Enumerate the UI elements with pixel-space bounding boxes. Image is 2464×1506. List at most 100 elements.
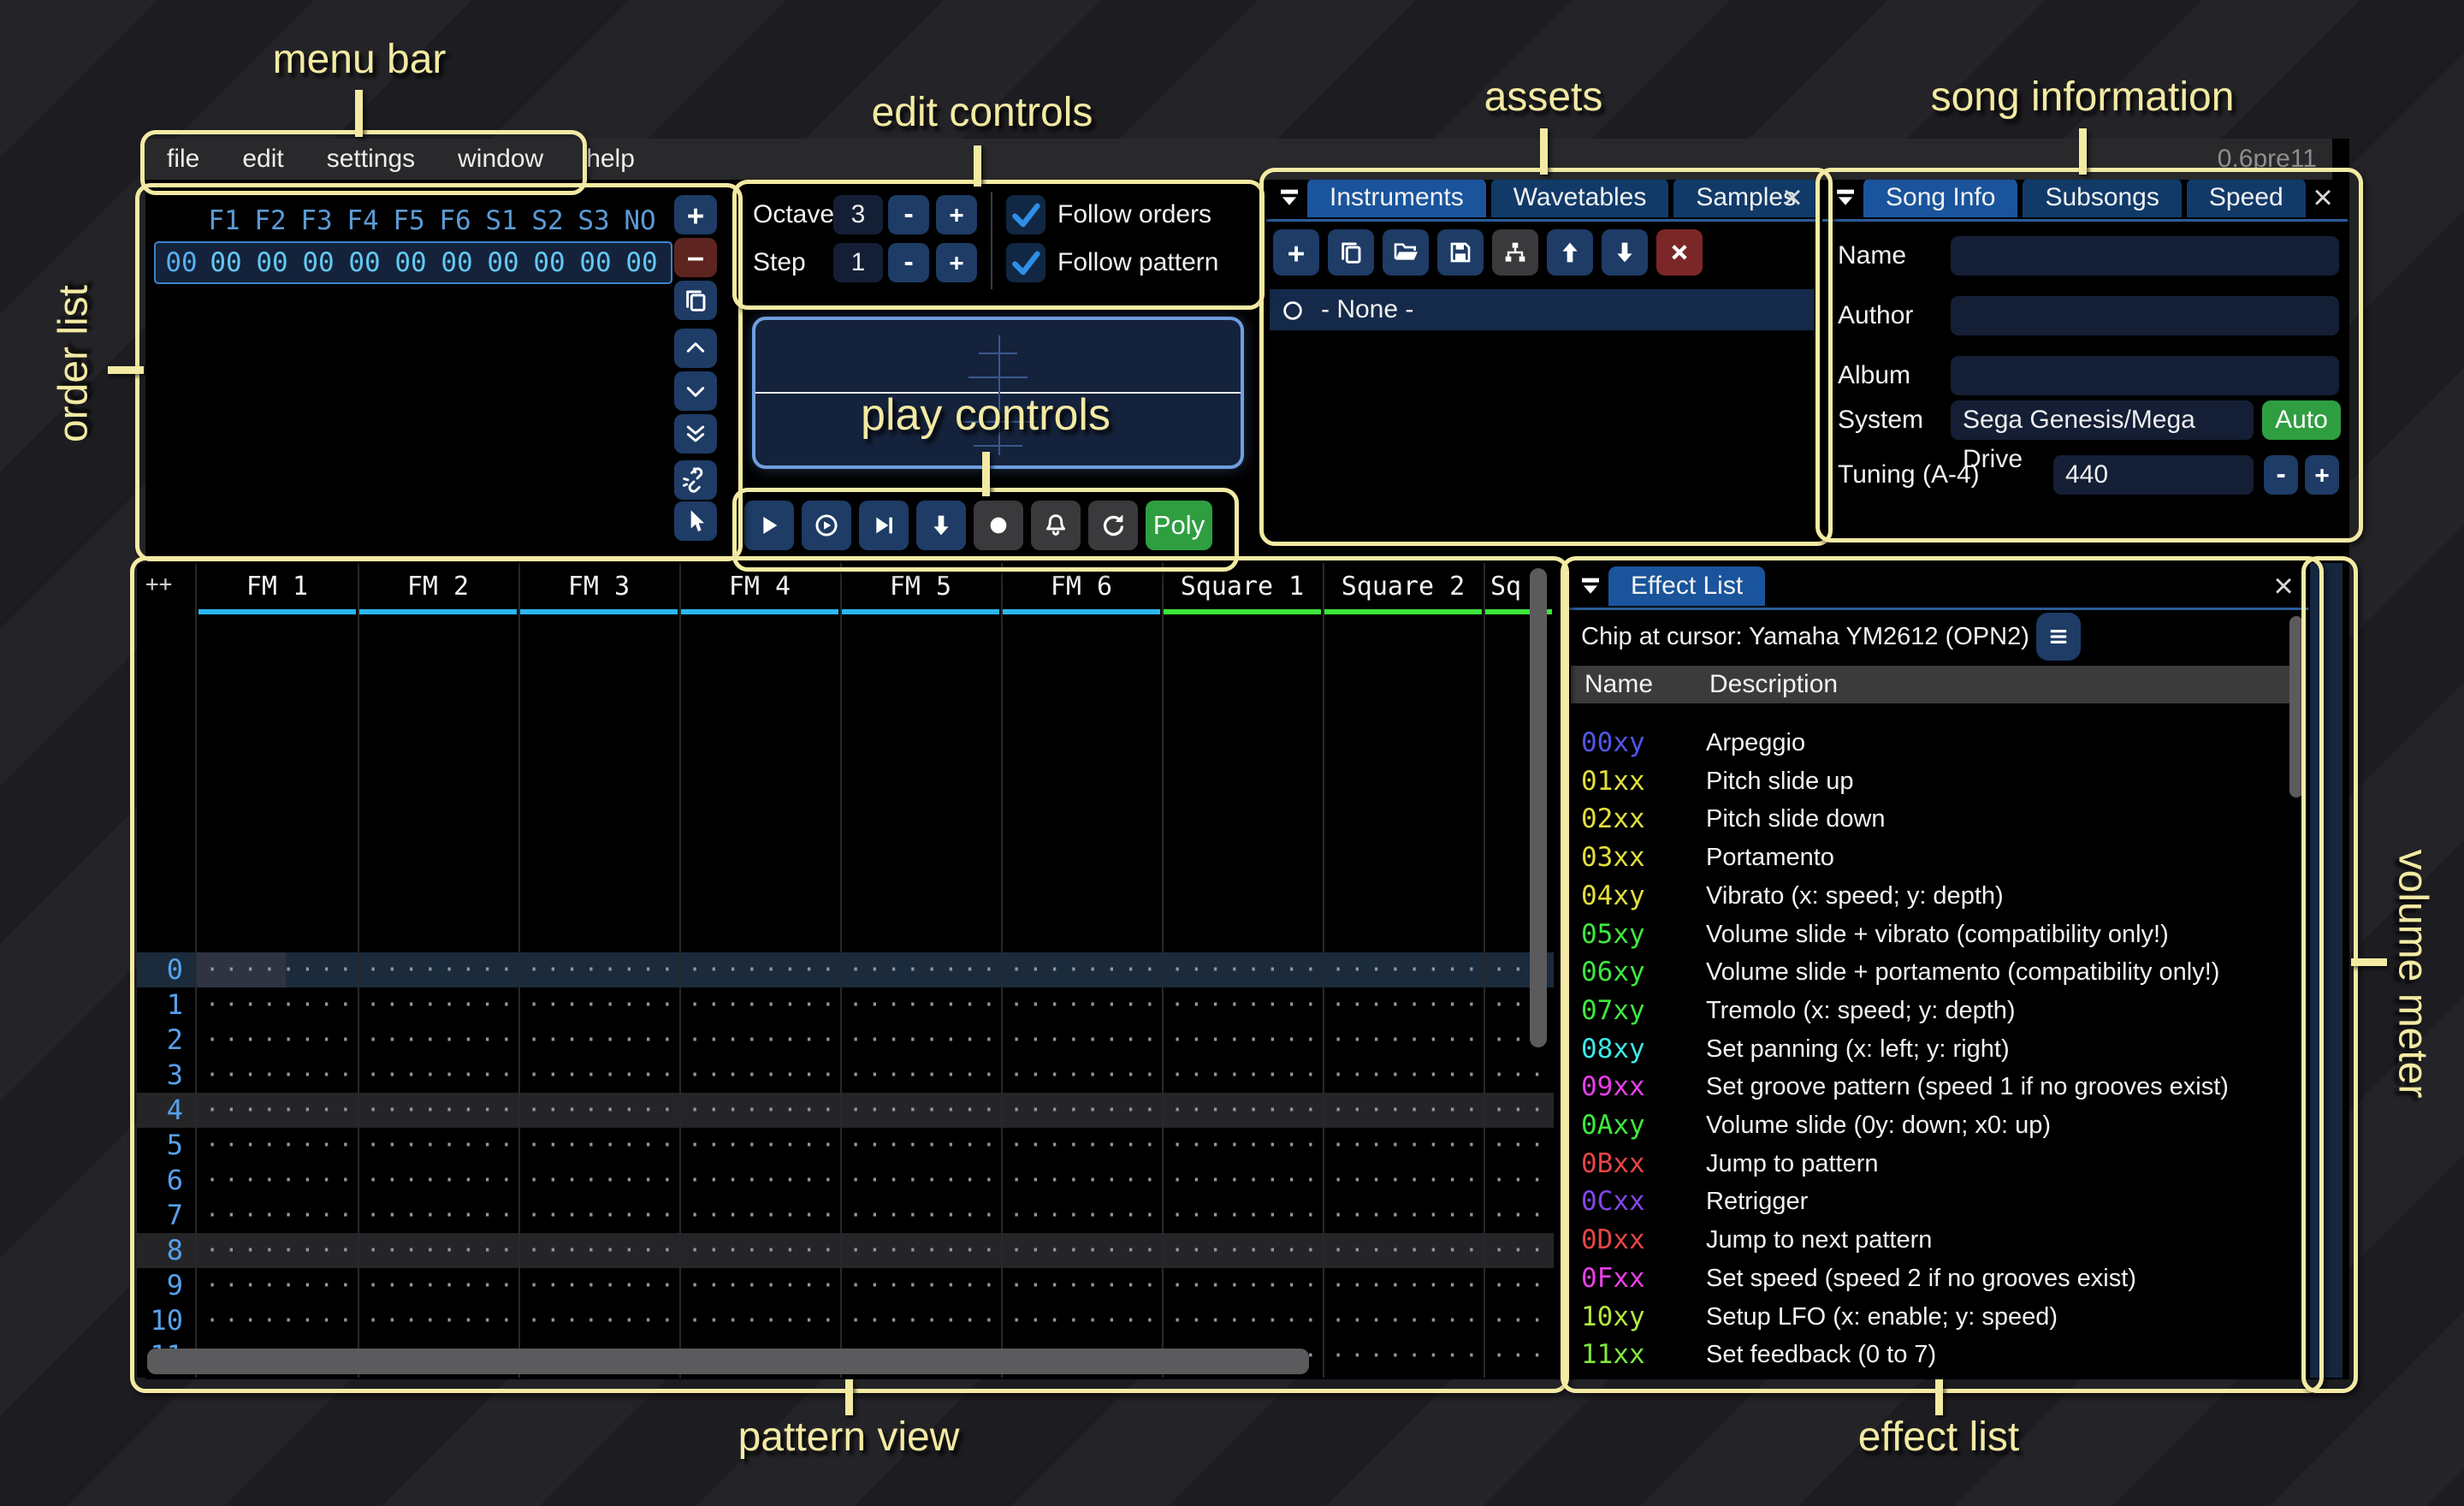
pattern-cell[interactable]: ············ <box>1492 1268 1554 1303</box>
add-order-button[interactable]: + <box>674 195 717 234</box>
pattern-row[interactable]: ········································… <box>137 1128 1554 1163</box>
pattern-cell[interactable]: ············ <box>527 1303 679 1338</box>
pattern-cell[interactable]: ············ <box>1492 1093 1554 1128</box>
pattern-cell[interactable]: ············ <box>1010 1198 1162 1233</box>
pattern-row[interactable]: ········································… <box>137 1058 1554 1093</box>
pattern-cell[interactable]: ············ <box>366 1268 518 1303</box>
pattern-cell[interactable]: ············ <box>366 1058 518 1093</box>
tab-instruments[interactable]: Instruments <box>1307 178 1486 217</box>
order-cell[interactable]: 00 <box>436 243 477 282</box>
channel-header-square-1[interactable]: Square 1 <box>1162 572 1323 602</box>
pattern-cell[interactable]: ············ <box>849 987 1001 1023</box>
tab-wavetables[interactable]: Wavetables <box>1491 178 1669 217</box>
pattern-cell[interactable]: ············ <box>1331 1128 1484 1163</box>
step-increase-button[interactable]: + <box>936 243 977 282</box>
pattern-cell[interactable]: ············ <box>1170 987 1323 1023</box>
open-asset-button[interactable] <box>1383 229 1429 276</box>
channel-header-fm-1[interactable]: FM 1 <box>197 572 358 602</box>
deep-clone-button[interactable] <box>674 460 717 500</box>
pattern-cell[interactable]: ············ <box>1331 1233 1484 1268</box>
tuning-increase-button[interactable]: + <box>2305 455 2339 495</box>
move-order-up-button[interactable] <box>674 329 717 368</box>
pattern-cell[interactable]: ············ <box>527 1058 679 1093</box>
effect-list-item[interactable]: 08xySet panning (x: left; y: right) <box>1567 1030 2291 1069</box>
play-button[interactable] <box>744 501 794 550</box>
album-field[interactable] <box>1951 356 2339 395</box>
system-field[interactable]: Sega Genesis/Mega Drive <box>1951 400 2254 440</box>
octave-decrease-button[interactable]: - <box>888 195 929 234</box>
pattern-cell[interactable]: ············ <box>1170 1163 1323 1198</box>
channel-header-fm-3[interactable]: FM 3 <box>518 572 679 602</box>
effect-list-item[interactable]: 11xxSet feedback (0 to 7) <box>1567 1336 2291 1374</box>
pattern-cell[interactable]: ············ <box>366 987 518 1023</box>
pattern-cell[interactable]: ············ <box>1010 1268 1162 1303</box>
pattern-cell[interactable]: ············ <box>688 1198 840 1233</box>
collapse-window-icon[interactable] <box>1271 178 1307 217</box>
effect-list-item[interactable]: 07xyTremolo (x: speed; y: depth) <box>1567 992 2291 1030</box>
pattern-cell[interactable]: ············ <box>849 1198 1001 1233</box>
pattern-cell[interactable]: ············ <box>1331 1058 1484 1093</box>
pattern-cell[interactable]: ············ <box>1010 987 1162 1023</box>
pattern-row[interactable]: ········································… <box>137 1163 1554 1198</box>
move-asset-up-button[interactable] <box>1547 229 1593 276</box>
duplicate-asset-button[interactable] <box>1328 229 1374 276</box>
pattern-cell[interactable]: ············ <box>527 952 679 987</box>
pattern-cell[interactable]: ············ <box>205 952 358 987</box>
remove-order-button[interactable]: − <box>674 238 717 277</box>
effect-list-item[interactable]: 0AxyVolume slide (0y: down; x0: up) <box>1567 1106 2291 1145</box>
close-icon[interactable]: × <box>2266 568 2301 606</box>
stop-button[interactable] <box>974 501 1023 550</box>
pattern-cell[interactable]: ············ <box>366 1023 518 1058</box>
effect-list-item[interactable]: 04xyVibrato (x: speed; y: depth) <box>1567 877 2291 916</box>
pattern-cell[interactable]: ············ <box>527 1023 679 1058</box>
order-cell[interactable]: 00 <box>575 243 616 282</box>
follow-orders-checkbox[interactable] <box>1006 195 1045 234</box>
pattern-cell[interactable]: ············ <box>1331 1093 1484 1128</box>
pattern-row[interactable]: ········································… <box>137 1303 1554 1338</box>
duplicate-order-button[interactable] <box>674 281 717 320</box>
pattern-cell[interactable]: ············ <box>205 987 358 1023</box>
pattern-row[interactable]: ············ ············ ············ ····… <box>137 1268 1554 1303</box>
pattern-cell[interactable]: ············ <box>1492 1198 1554 1233</box>
pattern-row[interactable]: ········································… <box>137 1093 1554 1128</box>
menu-item-help[interactable]: help <box>565 139 656 180</box>
pattern-cell[interactable]: ············ <box>527 1163 679 1198</box>
pattern-cell[interactable]: ············ <box>366 1128 518 1163</box>
pattern-cell[interactable]: ············ <box>1492 1233 1554 1268</box>
auto-system-button[interactable]: Auto <box>2262 400 2341 440</box>
effect-list-item[interactable]: 06xyVolume slide + portamento (compatibi… <box>1567 953 2291 992</box>
effect-list-item[interactable]: 0FxxSet speed (speed 2 if no grooves exi… <box>1567 1260 2291 1298</box>
asset-folders-button[interactable] <box>1492 229 1538 276</box>
effect-list-item[interactable]: 0CxxRetrigger <box>1567 1183 2291 1221</box>
step-value[interactable]: 1 <box>833 243 883 282</box>
pattern-cell[interactable]: ············ <box>1010 952 1162 987</box>
pattern-vertical-scrollbar[interactable] <box>1530 568 1547 1047</box>
pattern-cell[interactable]: ············ <box>1331 1023 1484 1058</box>
close-icon[interactable]: × <box>2305 180 2341 217</box>
pattern-cell[interactable]: ············ <box>1010 1128 1162 1163</box>
pattern-cell[interactable]: ············ <box>849 1303 1001 1338</box>
play-one-row-button[interactable] <box>859 501 909 550</box>
order-edit-mode-button[interactable] <box>674 501 717 541</box>
pattern-cell[interactable]: ············ <box>1492 1128 1554 1163</box>
effect-list-scrollbar[interactable] <box>2289 616 2303 797</box>
name-field[interactable] <box>1951 236 2339 276</box>
pattern-cell[interactable]: ············ <box>1492 1338 1554 1373</box>
pattern-cell[interactable]: ············ <box>1170 1093 1323 1128</box>
pattern-cell[interactable]: ············ <box>688 1268 840 1303</box>
effect-list-item[interactable]: 12xxSet level of operator 1 (0 highest, … <box>1567 1374 2291 1378</box>
pattern-cell[interactable]: ············ <box>205 1058 358 1093</box>
pattern-cell[interactable]: ············ <box>1010 1023 1162 1058</box>
pattern-cell[interactable]: ············ <box>1170 952 1323 987</box>
pattern-cell[interactable]: ············ <box>205 1093 358 1128</box>
pattern-cell[interactable]: ············ <box>1010 1093 1162 1128</box>
pattern-cell[interactable]: ············ <box>1170 1023 1323 1058</box>
pattern-cell[interactable]: ············ <box>1010 1233 1162 1268</box>
pattern-cell[interactable]: ············ <box>1331 1338 1484 1373</box>
pattern-cell[interactable]: ············ <box>527 1198 679 1233</box>
pattern-cell[interactable]: ············ <box>366 1233 518 1268</box>
pattern-cell[interactable]: ············ <box>688 1233 840 1268</box>
pattern-cell[interactable]: ············ <box>849 1233 1001 1268</box>
pattern-cell[interactable]: ············ <box>849 1268 1001 1303</box>
tab-effect-list[interactable]: Effect List <box>1608 566 1765 606</box>
